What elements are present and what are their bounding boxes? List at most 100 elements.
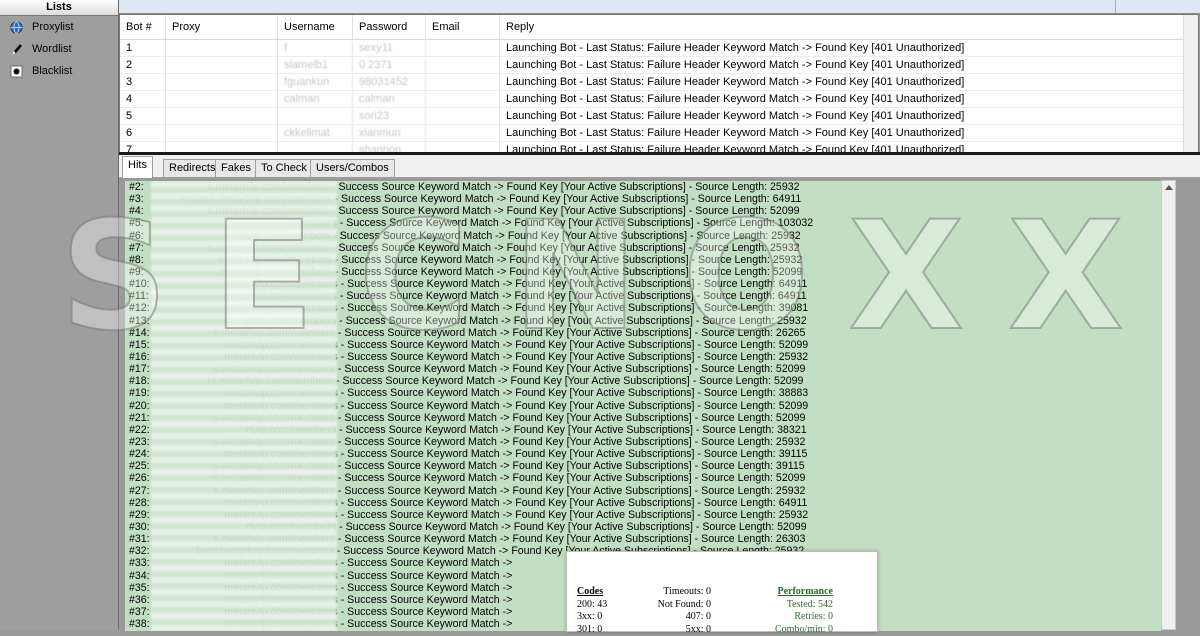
cell-password: xianmun (353, 125, 426, 141)
table-row[interactable]: 1fsexy11Launching Bot - Last Status: Fai… (120, 40, 1198, 57)
cell-username: f (278, 40, 353, 56)
tab-hits[interactable]: Hits (122, 156, 153, 178)
column-header-reply[interactable]: Reply (500, 15, 1198, 39)
hit-number: #24: (129, 448, 150, 460)
cell-email (426, 57, 500, 73)
hit-number: #5: (129, 217, 144, 229)
sidebar-item-blacklist[interactable]: Blacklist (0, 60, 118, 82)
hit-message: Success Source Keyword Match -> Found Ke… (344, 327, 805, 339)
lists-sidebar: Lists Proxylist Wordlist Blacklist (0, 0, 119, 630)
hit-message: Success Source Keyword Match -> Found Ke… (346, 290, 806, 302)
bot-status-grid[interactable]: Bot # Proxy Username Password Email Repl… (119, 14, 1199, 153)
globe-icon (10, 21, 23, 34)
separator: - (338, 278, 347, 290)
cell-password: 98031452 (353, 74, 426, 90)
hit-number: #4: (129, 205, 144, 217)
tab-users-combos[interactable]: Users/Combos (310, 159, 395, 177)
hit-number: #20: (129, 400, 150, 412)
cell-bot: 2 (120, 57, 166, 73)
column-header-email[interactable]: Email (426, 15, 500, 39)
redaction-blur (151, 181, 337, 631)
hit-number: #25: (129, 460, 150, 472)
cell-reply: Launching Bot - Last Status: Failure Hea… (500, 40, 1198, 56)
table-row[interactable]: 6ckkelimatxianmunLaunching Bot - Last St… (120, 125, 1198, 142)
separator: - (336, 424, 345, 436)
table-row[interactable]: 3fguankun98031452Launching Bot - Last St… (120, 74, 1198, 91)
separator: - (336, 521, 345, 533)
tab-redirects[interactable]: Redirects (163, 159, 221, 177)
hit-message: Success Source Keyword Match -> Found Ke… (340, 230, 801, 242)
sidebar-item-label: Wordlist (32, 43, 72, 55)
cell-email (426, 108, 500, 124)
hit-number: #29: (129, 509, 150, 521)
cell-email (426, 74, 500, 90)
cell-password: sori23 (353, 108, 426, 124)
separator: - (338, 570, 347, 582)
cell-reply: Launching Bot - Last Status: Failure Hea… (500, 108, 1198, 124)
scroll-up-arrow-icon[interactable] (1165, 185, 1173, 190)
hit-message: Success Source Keyword Match -> Found Ke… (347, 351, 808, 363)
hit-message: Success Source Keyword Match -> (347, 618, 512, 630)
table-row[interactable]: 2slamelb10 2371Launching Bot - Last Stat… (120, 57, 1198, 74)
hit-message: Success Source Keyword Match -> Found Ke… (347, 387, 808, 399)
sidebar-item-wordlist[interactable]: Wordlist (0, 38, 118, 60)
cell-username: calman (278, 91, 353, 107)
hit-number: #16: (129, 351, 150, 363)
hit-message: Success Source Keyword Match -> Found Ke… (344, 533, 805, 545)
tab-to-check[interactable]: To Check (255, 159, 313, 177)
hit-number: #15: (129, 339, 150, 351)
hit-number: #37: (129, 606, 150, 618)
grid-scrollbar[interactable] (1183, 15, 1198, 152)
hit-number: #8: (129, 254, 144, 266)
codes-title: Codes (577, 586, 607, 599)
cell-username: fguankun (278, 74, 353, 90)
hit-number: #21: (129, 412, 150, 424)
hit-message: Success Source Keyword Match -> Found Ke… (339, 242, 800, 254)
hit-number: #38: (129, 618, 150, 630)
table-row[interactable]: 5 sori23 Launching Bot - Last Status: Fail… (120, 108, 1198, 125)
hit-number: #11: (129, 290, 149, 302)
column-header-username[interactable]: Username (278, 15, 353, 39)
tab-fakes[interactable]: Fakes (215, 159, 257, 177)
hit-message: Success Source Keyword Match -> Found Ke… (344, 472, 805, 484)
hit-message: Success Source Keyword Match -> Found Ke… (347, 448, 807, 460)
table-row[interactable]: 4calmancalmanLaunching Bot - Last Status… (120, 91, 1198, 108)
codes-column: Codes 200: 43 3xx: 0 301: 0 (577, 586, 607, 636)
hit-message: Success Source Keyword Match -> Found Ke… (344, 436, 805, 448)
cell-email (426, 91, 500, 107)
sidebar-item-proxylist[interactable]: Proxylist (0, 16, 118, 38)
cell-proxy (166, 57, 278, 73)
separator: - (337, 217, 346, 229)
hit-number: #14: (129, 327, 150, 339)
not-found-count: Not Found: 0 (627, 599, 711, 612)
separator: - (337, 290, 346, 302)
hit-number: #2: (129, 181, 144, 193)
cell-bot: 1 (120, 40, 166, 56)
top-toolbar-strip (119, 0, 1200, 14)
separator: - (336, 315, 345, 327)
hit-number: #36: (129, 594, 150, 606)
column-header-bot[interactable]: Bot # (120, 15, 166, 39)
hit-number: #27: (129, 485, 150, 497)
hits-scrollbar[interactable] (1161, 180, 1176, 630)
hit-message: Success Source Keyword Match -> Found Ke… (346, 521, 807, 533)
hit-number: #18: (129, 375, 150, 387)
hit-number: #9: (129, 266, 144, 278)
hit-number: #35: (129, 582, 150, 594)
hit-message: Success Source Keyword Match -> Found Ke… (346, 424, 807, 436)
code-3xx: 3xx: 0 (577, 611, 607, 624)
cell-reply: Launching Bot - Last Status: Failure Hea… (500, 57, 1198, 73)
cell-email (426, 40, 500, 56)
cell-bot: 4 (120, 91, 166, 107)
separator: - (338, 448, 347, 460)
separator: - (338, 302, 347, 314)
column-header-proxy[interactable]: Proxy (166, 15, 278, 39)
cell-bot: 5 (120, 108, 166, 124)
hit-number: #28: (129, 497, 150, 509)
hit-message: Success Source Keyword Match -> Found Ke… (347, 400, 808, 412)
grid-body: 1fsexy11Launching Bot - Last Status: Fai… (120, 40, 1198, 153)
column-header-password[interactable]: Password (353, 15, 426, 39)
hit-message: Success Source Keyword Match -> (347, 594, 512, 606)
hit-message: Success Source Keyword Match -> (347, 570, 512, 582)
hit-number: #19: (129, 387, 150, 399)
